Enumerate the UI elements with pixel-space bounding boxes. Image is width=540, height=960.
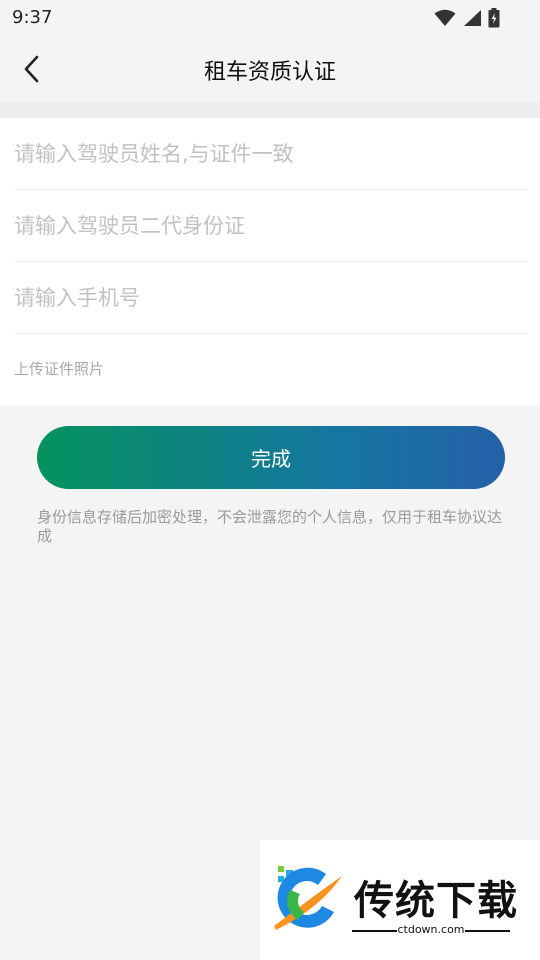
phone-input[interactable] <box>14 262 528 333</box>
page-title: 租车资质认证 <box>203 60 336 85</box>
status-bar: 9:37 <box>0 0 540 36</box>
driver-id-input[interactable] <box>14 190 528 261</box>
app-header: 租车资质认证 <box>0 36 540 102</box>
privacy-note: 身份信息存储后加密处理，不会泄露您的个人信息，仅用于租车协议达成 <box>37 508 503 545</box>
watermark: 传统下载 ctdown.com <box>260 840 540 960</box>
brand-logo-icon <box>274 866 342 930</box>
driver-name-field <box>14 118 528 190</box>
wifi-icon <box>434 9 456 26</box>
phone-field <box>14 262 528 334</box>
verification-form: 上传证件照片 <box>0 118 540 405</box>
driver-id-field <box>14 190 528 262</box>
watermark-rule-left <box>352 930 397 932</box>
watermark-rule-right <box>465 930 510 932</box>
battery-charging-icon <box>488 8 500 28</box>
section-divider <box>0 102 540 118</box>
upload-photo-label[interactable]: 上传证件照片 <box>14 358 104 379</box>
done-button[interactable]: 完成 <box>37 426 505 489</box>
signal-icon <box>464 10 481 26</box>
watermark-brand: 传统下载 <box>354 878 518 924</box>
watermark-domain: ctdown.com <box>397 923 465 936</box>
driver-name-input[interactable] <box>14 118 528 189</box>
status-time: 9:37 <box>12 7 53 28</box>
status-icons <box>434 8 500 28</box>
